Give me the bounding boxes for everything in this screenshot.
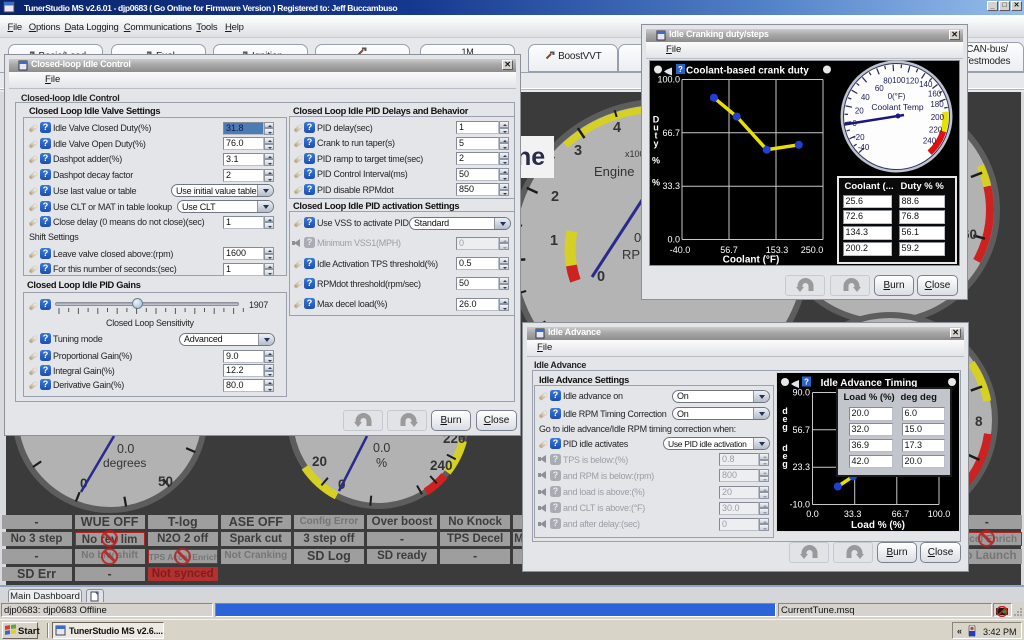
svg-text:0(°F): 0(°F) [888, 92, 906, 101]
svg-text:y: y [653, 138, 658, 148]
svg-text:140: 140 [919, 79, 933, 88]
svg-text:23.3: 23.3 [792, 462, 810, 472]
svg-text:2: 2 [551, 189, 559, 205]
svg-text:240: 240 [923, 136, 937, 145]
svg-text:160: 160 [928, 89, 942, 98]
svg-text:33.3: 33.3 [844, 509, 862, 519]
svg-text:Coolant (°F): Coolant (°F) [723, 254, 780, 265]
svg-text:56.7: 56.7 [720, 245, 738, 255]
svg-text:1: 1 [550, 233, 558, 249]
svg-text:-40: -40 [858, 143, 870, 152]
svg-text:0.0: 0.0 [806, 509, 819, 519]
svg-text:100.0: 100.0 [657, 74, 680, 84]
svg-text:100.0: 100.0 [928, 509, 951, 519]
svg-text:%: % [652, 177, 660, 187]
svg-text:?: ? [804, 378, 809, 387]
svg-text:g: g [782, 459, 788, 469]
svg-text:-10.0: -10.0 [789, 500, 810, 510]
svg-text:0.0: 0.0 [373, 441, 390, 455]
svg-text:50: 50 [158, 474, 173, 489]
svg-text:20: 20 [312, 454, 327, 469]
svg-text:20: 20 [855, 106, 864, 115]
svg-text:56.7: 56.7 [792, 425, 810, 435]
svg-text:90.0: 90.0 [792, 388, 810, 398]
svg-text:250.0: 250.0 [801, 245, 824, 255]
svg-text:240: 240 [430, 458, 453, 473]
svg-text:8: 8 [975, 414, 983, 429]
svg-text:-40.0: -40.0 [670, 245, 691, 255]
svg-text:?: ? [678, 65, 683, 74]
svg-text:Coolant Temp: Coolant Temp [871, 102, 924, 112]
svg-text:g: g [782, 422, 788, 432]
svg-text:%: % [376, 456, 387, 470]
svg-text:degrees: degrees [103, 456, 146, 470]
svg-text:4: 4 [613, 120, 621, 136]
svg-text:-20: -20 [853, 132, 865, 141]
svg-text:220: 220 [929, 125, 943, 134]
svg-text:40: 40 [861, 92, 870, 101]
svg-text:Load % (%): Load % (%) [851, 520, 905, 531]
svg-text:100: 100 [892, 76, 906, 85]
svg-text:120: 120 [906, 76, 920, 85]
svg-text:Coolant-based crank duty: Coolant-based crank duty [686, 65, 809, 76]
svg-text:Engine: Engine [594, 164, 634, 179]
svg-text:0.0: 0.0 [667, 234, 680, 244]
svg-text:180: 180 [930, 100, 944, 109]
svg-text:66.7: 66.7 [892, 509, 910, 519]
svg-text:3: 3 [574, 143, 582, 159]
svg-text:153.3: 153.3 [766, 245, 789, 255]
svg-text:33.3: 33.3 [662, 181, 680, 191]
svg-text:%: % [652, 155, 660, 165]
svg-text:200: 200 [931, 112, 945, 121]
svg-text:0.0: 0.0 [117, 442, 134, 456]
svg-text:66.7: 66.7 [662, 127, 680, 137]
svg-text:0: 0 [597, 269, 605, 285]
